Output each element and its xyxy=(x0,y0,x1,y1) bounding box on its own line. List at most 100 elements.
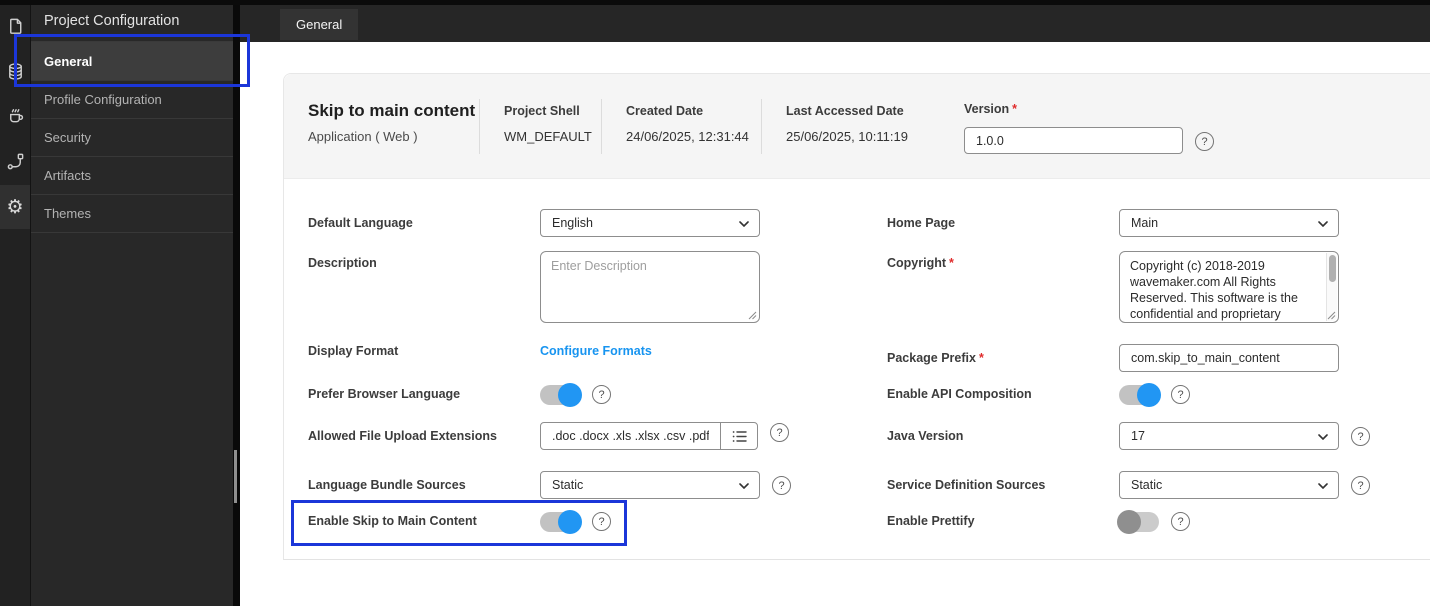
description-label: Description xyxy=(308,256,377,270)
java-version-select[interactable]: 17 xyxy=(1119,422,1339,450)
header-divider xyxy=(479,99,480,154)
enable-prettify-help-icon[interactable]: ? xyxy=(1171,512,1190,531)
package-prefix-label: Package Prefix * xyxy=(887,351,984,365)
version-help-icon[interactable]: ? xyxy=(1195,132,1214,151)
panel-scrollbar xyxy=(233,0,240,606)
project-summary-header: Skip to main content Application ( Web )… xyxy=(284,74,1430,179)
service-definition-sources-label: Service Definition Sources xyxy=(887,478,1046,492)
sidebar-item-security[interactable]: Security xyxy=(31,119,233,157)
form-column-left: Default Language English Description Ent… xyxy=(308,179,838,560)
service-definition-sources-help-icon[interactable]: ? xyxy=(1351,476,1370,495)
chevron-down-icon xyxy=(1318,434,1328,440)
pages-icon[interactable] xyxy=(0,11,30,41)
required-asterisk: * xyxy=(1012,102,1018,116)
enable-skip-to-main-content-help-icon[interactable]: ? xyxy=(592,512,611,531)
project-title: Skip to main content xyxy=(308,101,476,120)
settings-form: Default Language English Description Ent… xyxy=(284,179,1430,560)
extensions-list-button[interactable] xyxy=(720,422,758,450)
home-page-select[interactable]: Main xyxy=(1119,209,1339,237)
allowed-file-upload-extensions-help-icon[interactable]: ? xyxy=(770,423,789,442)
display-format-label: Display Format xyxy=(308,344,399,358)
form-column-right: Home Page Main Copyright * Copyright (c) … xyxy=(887,179,1417,560)
project-subtitle: Application ( Web ) xyxy=(308,129,418,144)
enable-api-composition-toggle[interactable] xyxy=(1119,383,1161,407)
service-definition-sources-select[interactable]: Static xyxy=(1119,471,1339,499)
enable-api-composition-row: Enable API Composition ? xyxy=(887,383,1190,407)
service-definition-sources-row: Service Definition Sources Static ? xyxy=(887,471,1370,499)
enable-api-composition-help-icon[interactable]: ? xyxy=(1171,385,1190,404)
language-bundle-sources-row: Language Bundle Sources Static ? xyxy=(308,471,791,499)
sidebar-item-general[interactable]: General xyxy=(31,42,233,81)
enable-prettify-label: Enable Prettify xyxy=(887,514,975,528)
project-shell-value: WM_DEFAULT xyxy=(504,129,592,144)
icon-rail: ⚙ xyxy=(0,0,30,606)
enable-skip-to-main-content-row: Enable Skip to Main Content ? xyxy=(308,510,611,534)
last-accessed-date-label: Last Accessed Date xyxy=(786,104,904,118)
sidebar-item-profile-configuration[interactable]: Profile Configuration xyxy=(31,81,233,119)
description-row: Description Enter Description xyxy=(308,251,760,323)
project-shell-label: Project Shell xyxy=(504,104,580,118)
package-prefix-row: Package Prefix * xyxy=(887,344,1339,372)
top-dark-strip xyxy=(0,0,1430,5)
list-icon xyxy=(732,430,747,442)
description-textarea[interactable]: Enter Description xyxy=(540,251,760,323)
resize-handle-icon[interactable] xyxy=(1327,311,1336,320)
database-icon[interactable] xyxy=(0,56,30,86)
enable-skip-to-main-content-toggle[interactable] xyxy=(540,510,582,534)
panel-scrollbar-thumb[interactable] xyxy=(234,450,237,503)
apis-icon[interactable] xyxy=(0,146,30,176)
allowed-file-upload-extensions-input[interactable] xyxy=(540,422,721,450)
copyright-scrollbar-thumb[interactable] xyxy=(1329,255,1336,282)
required-asterisk: * xyxy=(978,351,984,365)
last-accessed-date-value: 25/06/2025, 10:11:19 xyxy=(786,129,908,144)
created-date-label: Created Date xyxy=(626,104,704,118)
default-language-row: Default Language English xyxy=(308,209,760,237)
home-page-label: Home Page xyxy=(887,216,956,230)
copyright-textarea[interactable]: Copyright (c) 2018-2019 wavemaker.com Al… xyxy=(1119,251,1339,323)
resize-handle-icon[interactable] xyxy=(748,311,757,320)
chevron-down-icon xyxy=(739,483,749,489)
tab-general[interactable]: General xyxy=(280,9,359,40)
version-input[interactable] xyxy=(964,127,1183,154)
chevron-down-icon xyxy=(1318,221,1328,227)
panel-title: Project Configuration xyxy=(31,0,233,42)
language-bundle-sources-label: Language Bundle Sources xyxy=(308,478,466,492)
chevron-down-icon xyxy=(1318,483,1328,489)
java-services-icon[interactable] xyxy=(0,100,30,130)
required-asterisk: * xyxy=(949,256,954,270)
allowed-file-upload-extensions-row: Allowed File Upload Extensions ? xyxy=(308,422,789,450)
prefer-browser-language-label: Prefer Browser Language xyxy=(308,387,461,401)
settings-gear-icon[interactable]: ⚙ xyxy=(0,192,30,222)
language-bundle-sources-help-icon[interactable]: ? xyxy=(772,476,791,495)
prefer-browser-language-help-icon[interactable]: ? xyxy=(592,385,611,404)
home-page-row: Home Page Main xyxy=(887,209,1339,237)
enable-prettify-toggle[interactable] xyxy=(1117,510,1159,534)
copyright-label: Copyright * xyxy=(887,256,954,270)
top-bar: General xyxy=(240,0,1430,42)
sidebar-item-artifacts[interactable]: Artifacts xyxy=(31,157,233,195)
general-settings-card: Skip to main content Application ( Web )… xyxy=(283,73,1430,560)
created-date-value: 24/06/2025, 12:31:44 xyxy=(626,129,749,144)
configure-formats-link[interactable]: Configure Formats xyxy=(540,344,652,358)
copyright-row: Copyright * Copyright (c) 2018-2019 wavem… xyxy=(887,251,1339,323)
prefer-browser-language-row: Prefer Browser Language ? xyxy=(308,383,611,407)
java-version-label: Java Version xyxy=(887,429,964,443)
sidebar-item-themes[interactable]: Themes xyxy=(31,195,233,233)
project-configuration-panel: Project Configuration General Profile Co… xyxy=(30,0,233,606)
chevron-down-icon xyxy=(739,221,749,227)
language-bundle-sources-select[interactable]: Static xyxy=(540,471,760,499)
java-version-help-icon[interactable]: ? xyxy=(1351,427,1370,446)
enable-skip-to-main-content-label: Enable Skip to Main Content xyxy=(308,514,477,528)
package-prefix-input[interactable] xyxy=(1119,344,1339,372)
project-configuration-screen: ⚙ Project Configuration General Profile … xyxy=(0,0,1430,606)
display-format-row: Display Format Configure Formats xyxy=(308,344,652,358)
version-label: Version * xyxy=(964,102,1018,116)
header-divider xyxy=(761,99,762,154)
enable-prettify-row: Enable Prettify ? xyxy=(887,510,1190,534)
main-content: Skip to main content Application ( Web )… xyxy=(240,42,1430,606)
default-language-select[interactable]: English xyxy=(540,209,760,237)
prefer-browser-language-toggle[interactable] xyxy=(540,383,582,407)
enable-api-composition-label: Enable API Composition xyxy=(887,387,1032,401)
default-language-label: Default Language xyxy=(308,216,413,230)
description-placeholder: Enter Description xyxy=(551,259,647,273)
